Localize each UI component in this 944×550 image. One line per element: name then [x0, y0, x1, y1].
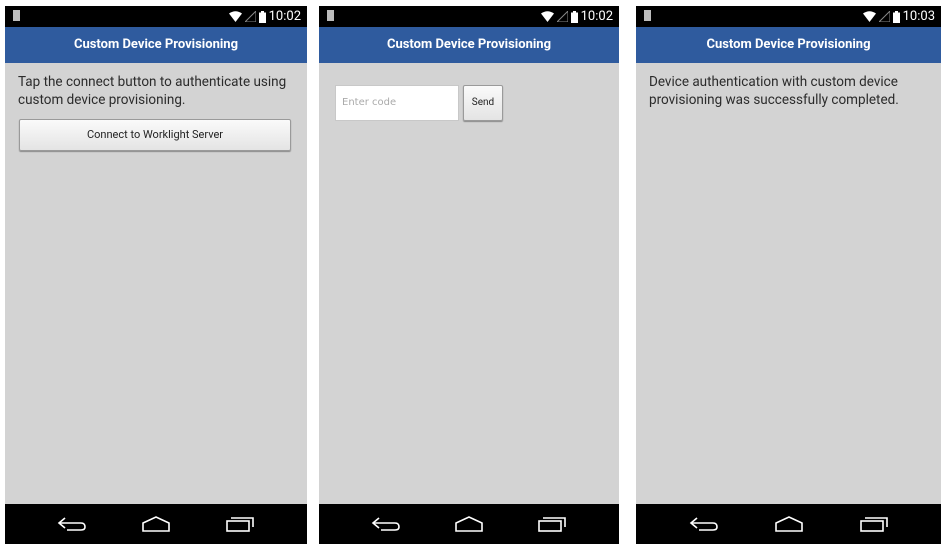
- home-icon: [142, 516, 170, 532]
- status-bar: 10:02: [5, 6, 307, 27]
- cellular-signal-icon: [556, 11, 568, 22]
- back-button[interactable]: [686, 512, 722, 536]
- status-bar: 10:03: [636, 6, 941, 27]
- status-bar: 10:02: [319, 6, 619, 27]
- back-icon: [689, 517, 718, 531]
- page-title: Custom Device Provisioning: [636, 27, 941, 63]
- back-icon: [371, 517, 400, 531]
- notification-icon: [13, 10, 20, 21]
- wifi-icon: [862, 11, 876, 22]
- recent-apps-button[interactable]: [222, 512, 258, 536]
- send-button[interactable]: Send: [463, 85, 503, 121]
- instruction-text: Tap the connect button to authenticate u…: [18, 74, 287, 108]
- home-icon: [455, 516, 483, 532]
- wifi-icon: [228, 11, 242, 22]
- navigation-bar: [319, 504, 619, 544]
- battery-icon: [570, 10, 578, 23]
- back-button[interactable]: [368, 512, 404, 536]
- phone-screen-success: 10:03 Custom Device Provisioning Device …: [636, 6, 941, 544]
- code-input[interactable]: Enter code: [335, 85, 459, 121]
- recent-apps-button[interactable]: [534, 512, 570, 536]
- home-icon: [774, 516, 803, 532]
- back-button[interactable]: [54, 512, 90, 536]
- success-message: Device authentication with custom device…: [649, 74, 899, 108]
- cellular-signal-icon: [244, 11, 256, 22]
- recent-apps-icon: [538, 517, 567, 532]
- status-time: 10:03: [902, 9, 935, 24]
- page-title: Custom Device Provisioning: [5, 27, 307, 63]
- back-icon: [57, 517, 86, 531]
- navigation-bar: [636, 504, 941, 544]
- home-button[interactable]: [138, 512, 174, 536]
- page-title: Custom Device Provisioning: [319, 27, 619, 63]
- battery-icon: [892, 10, 900, 23]
- home-button[interactable]: [451, 512, 487, 536]
- home-button[interactable]: [771, 512, 807, 536]
- connect-to-worklight-server-button[interactable]: Connect to Worklight Server: [19, 119, 291, 151]
- phone-screen-connect: 10:02 Custom Device Provisioning Tap the…: [5, 6, 307, 544]
- phone-screen-enter-code: 10:02 Custom Device Provisioning Enter c…: [319, 6, 619, 544]
- navigation-bar: [5, 504, 307, 544]
- status-time: 10:02: [268, 9, 301, 24]
- cellular-signal-icon: [878, 11, 890, 22]
- battery-icon: [258, 10, 266, 23]
- recent-apps-icon: [859, 517, 888, 532]
- notification-icon: [644, 10, 651, 21]
- notification-icon: [327, 10, 334, 21]
- recent-apps-button[interactable]: [856, 512, 892, 536]
- wifi-icon: [540, 11, 554, 22]
- recent-apps-icon: [226, 517, 254, 532]
- status-time: 10:02: [580, 9, 613, 24]
